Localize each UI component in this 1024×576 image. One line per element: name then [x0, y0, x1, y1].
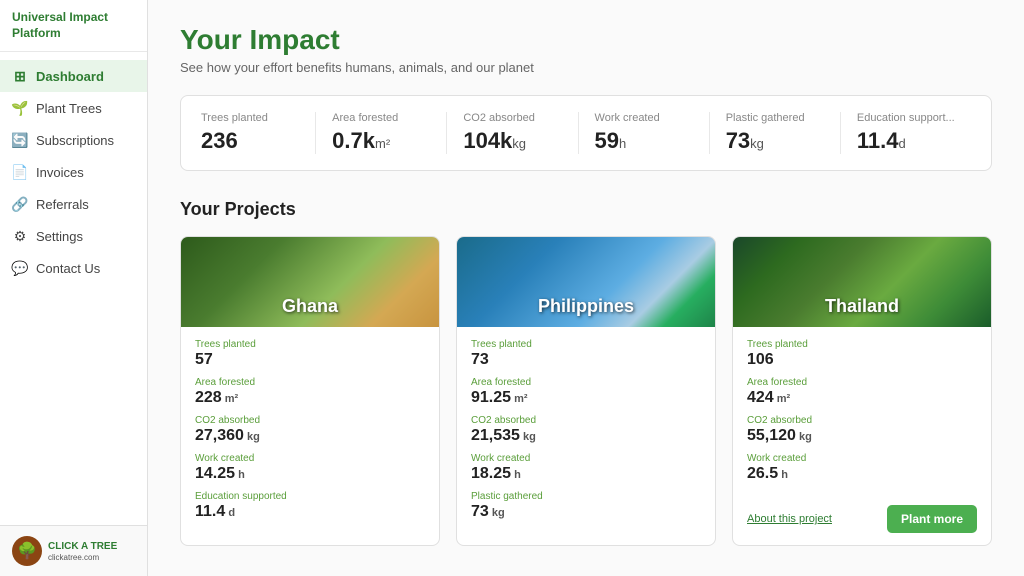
sidebar-logo: Universal Impact Platform [0, 0, 147, 52]
stat-item: Trees planted 236 [201, 112, 316, 154]
project-stat-label: Area forested [195, 377, 425, 388]
sidebar-footer: 🌳 CLICK A TREE clickatree.com [0, 525, 147, 576]
project-stat-value: 14.25 h [195, 465, 425, 483]
project-stat-label: CO2 absorbed [747, 415, 977, 426]
project-stat-label: Work created [195, 453, 425, 464]
project-stat-value: 228 m² [195, 389, 425, 407]
project-stat-label: Plastic gathered [471, 491, 701, 502]
project-stat-label: Trees planted [195, 339, 425, 350]
project-stat-label: Education supported [195, 491, 425, 502]
project-stat-label: Work created [471, 453, 701, 464]
project-stat-value: 73 [471, 351, 701, 369]
referrals-icon: 🔗 [12, 196, 28, 212]
about-project-link[interactable]: About this project [747, 513, 832, 525]
stat-item: Work created 59h [579, 112, 710, 154]
stat-label: Work created [595, 112, 693, 124]
sidebar-item-subscriptions[interactable]: 🔄 Subscriptions [0, 124, 147, 156]
stat-item: CO2 absorbed 104kkg [447, 112, 578, 154]
project-stat-value: 27,360 kg [195, 427, 425, 445]
project-details: Trees planted57 Area forested228 m² CO2 ab… [181, 327, 439, 533]
invoices-icon: 📄 [12, 164, 28, 180]
sidebar-item-invoices[interactable]: 📄 Invoices [0, 156, 147, 188]
sidebar-item-referrals[interactable]: 🔗 Referrals [0, 188, 147, 220]
sidebar-item-dashboard[interactable]: ⊞ Dashboard [0, 60, 147, 92]
nav-label-subscriptions: Subscriptions [36, 133, 114, 148]
plant-trees-icon: 🌱 [12, 100, 28, 116]
page-subtitle: See how your effort benefits humans, ani… [180, 60, 992, 75]
stat-label: CO2 absorbed [463, 112, 561, 124]
project-card-ghana: Ghana Trees planted57 Area forested228 m²… [180, 236, 440, 546]
project-stat-label: Area forested [747, 377, 977, 388]
settings-icon: ⚙ [12, 228, 28, 244]
stats-bar: Trees planted 236 Area forested 0.7km² CO2 a… [180, 95, 992, 171]
stat-item: Area forested 0.7km² [316, 112, 447, 154]
stat-value: 104kkg [463, 128, 561, 154]
stat-label: Education support... [857, 112, 955, 124]
project-stat-value: 55,120 kg [747, 427, 977, 445]
projects-grid: Ghana Trees planted57Area forested228 m²… [180, 236, 992, 546]
sidebar-item-contact-us[interactable]: 💬 Contact Us [0, 252, 147, 284]
nav-label-dashboard: Dashboard [36, 69, 104, 84]
project-stat-label: Trees planted [747, 339, 977, 350]
page-title: Your Impact [180, 24, 992, 56]
stat-label: Area forested [332, 112, 430, 124]
project-stat-value: 11.4 d [195, 503, 425, 521]
project-stat-label: Work created [747, 453, 977, 464]
project-stat-value: 424 m² [747, 389, 977, 407]
nav-label-invoices: Invoices [36, 165, 84, 180]
brand-icon: 🌳 [12, 536, 42, 566]
stat-value: 236 [201, 128, 299, 154]
stat-item: Education support... 11.4d [841, 112, 971, 154]
sidebar-nav: ⊞ Dashboard 🌱 Plant Trees 🔄 Subscriptions 📄 Inv… [0, 52, 147, 525]
project-stat-label: Trees planted [471, 339, 701, 350]
project-card-philippines: Philippines Trees planted73 Area forested… [456, 236, 716, 546]
project-stat-value: 18.25 h [471, 465, 701, 483]
project-stat-value: 26.5 h [747, 465, 977, 483]
stat-value: 59h [595, 128, 693, 154]
project-stat-label: CO2 absorbed [471, 415, 701, 426]
project-stat-value: 21,535 kg [471, 427, 701, 445]
dashboard-icon: ⊞ [12, 68, 28, 84]
stat-value: 0.7km² [332, 128, 430, 154]
project-stat-label: Area forested [471, 377, 701, 388]
project-image-ghana: Ghana [181, 237, 439, 327]
project-name-ghana: Ghana [181, 296, 439, 317]
project-details: Trees planted106 Area forested424 m² CO2 a… [733, 327, 991, 495]
sidebar: Universal Impact Platform ⊞ Dashboard 🌱 Pla… [0, 0, 148, 576]
nav-label-contact-us: Contact Us [36, 261, 100, 276]
main-content: Your Impact See how your effort benefits… [148, 0, 1024, 576]
nav-label-referrals: Referrals [36, 197, 89, 212]
sidebar-item-settings[interactable]: ⚙ Settings [0, 220, 147, 252]
project-stat-value: 106 [747, 351, 977, 369]
project-stat-value: 73 kg [471, 503, 701, 521]
stat-value: 73kg [726, 128, 824, 154]
project-image-thailand: Thailand [733, 237, 991, 327]
project-card-footer: About this project Plant more [733, 505, 991, 545]
project-stat-value: 91.25 m² [471, 389, 701, 407]
sidebar-logo-text: Universal Impact Platform [12, 10, 135, 41]
stat-label: Plastic gathered [726, 112, 824, 124]
project-image-philippines: Philippines [457, 237, 715, 327]
project-name-philippines: Philippines [457, 296, 715, 317]
plant-more-button[interactable]: Plant more [887, 505, 977, 533]
project-stat-label: CO2 absorbed [195, 415, 425, 426]
sidebar-item-plant-trees[interactable]: 🌱 Plant Trees [0, 92, 147, 124]
nav-label-settings: Settings [36, 229, 83, 244]
brand-url: clickatree.com [48, 553, 117, 562]
contact-us-icon: 💬 [12, 260, 28, 276]
project-stat-value: 57 [195, 351, 425, 369]
project-name-thailand: Thailand [733, 296, 991, 317]
project-details: Trees planted73 Area forested91.25 m² CO2 … [457, 327, 715, 533]
stat-label: Trees planted [201, 112, 299, 124]
projects-section-title: Your Projects [180, 199, 992, 220]
nav-label-plant-trees: Plant Trees [36, 101, 102, 116]
subscriptions-icon: 🔄 [12, 132, 28, 148]
stat-value: 11.4d [857, 128, 955, 154]
stat-item: Plastic gathered 73kg [710, 112, 841, 154]
brand-name: CLICK A TREE [48, 541, 117, 553]
project-card-thailand: Thailand Trees planted106 Area forested42… [732, 236, 992, 546]
